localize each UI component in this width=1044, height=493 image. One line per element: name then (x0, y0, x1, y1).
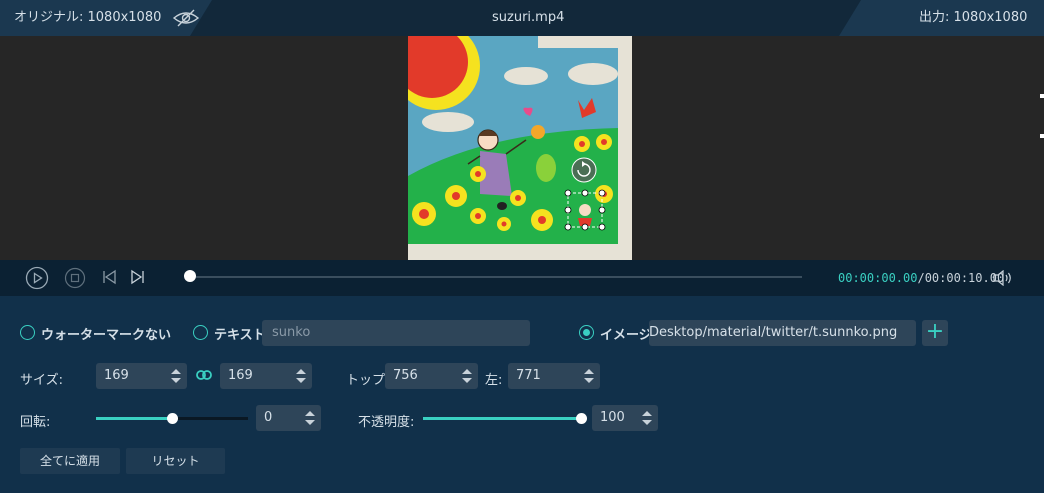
text-watermark-label[interactable]: テキスト (214, 324, 266, 343)
width-value: 169 (104, 368, 129, 383)
output-size-label: 出力: 1080x1080 (919, 10, 1028, 25)
left-spinner[interactable]: 771 (508, 363, 600, 389)
rotate-handle-icon[interactable] (571, 157, 597, 183)
play-icon[interactable] (25, 266, 49, 290)
preview-image (408, 36, 632, 260)
original-size-label: オリジナル: 1080x1080 (14, 10, 162, 25)
top-value: 756 (393, 368, 418, 383)
add-image-button[interactable]: + (922, 320, 948, 346)
text-watermark-radio[interactable] (193, 325, 208, 340)
watermark-editor-window: オリジナル: 1080x1080 suzuri.mp4 出力: 1080x108… (0, 0, 1044, 493)
left-decrement-icon[interactable] (584, 378, 594, 383)
opacity-value: 100 (600, 410, 625, 425)
width-decrement-icon[interactable] (171, 378, 181, 383)
height-decrement-icon[interactable] (296, 378, 306, 383)
preview-edge-marks (1040, 94, 1044, 138)
rotation-label: 回転: (20, 415, 51, 430)
apply-all-button[interactable]: 全てに適用 (20, 448, 120, 474)
rotation-value: 0 (264, 410, 273, 425)
timeline-scrubber[interactable] (184, 270, 196, 282)
reset-button[interactable]: リセット (126, 448, 225, 474)
no-watermark-label[interactable]: ウォーターマークない (41, 324, 171, 343)
rotation-slider[interactable] (96, 413, 248, 424)
watermark-text-input[interactable]: sunko (262, 320, 530, 346)
eye-off-icon[interactable] (172, 9, 200, 27)
video-preview-area (0, 36, 1044, 260)
rotation-spinner[interactable]: 0 (256, 405, 321, 431)
left-label: 左: (485, 373, 503, 388)
volume-icon[interactable] (993, 270, 1013, 286)
opacity-increment-icon[interactable] (642, 411, 652, 416)
height-increment-icon[interactable] (296, 369, 306, 374)
skip-back-icon[interactable] (101, 269, 117, 285)
opacity-slider-knob[interactable] (576, 413, 587, 424)
no-watermark-radio[interactable] (20, 325, 35, 340)
height-spinner[interactable]: 169 (220, 363, 312, 389)
link-aspect-icon[interactable] (196, 369, 212, 381)
top-spinner[interactable]: 756 (385, 363, 478, 389)
opacity-spinner[interactable]: 100 (592, 405, 658, 431)
skip-forward-icon[interactable] (130, 269, 146, 285)
timeline-track[interactable] (190, 276, 802, 278)
width-increment-icon[interactable] (171, 369, 181, 374)
stop-icon[interactable] (64, 267, 86, 289)
file-name-title: suzuri.mp4 (492, 10, 565, 25)
size-label: サイズ: (20, 373, 63, 388)
rotation-slider-knob[interactable] (167, 413, 178, 424)
current-time: 00:00:00.00 (838, 271, 918, 285)
width-spinner[interactable]: 169 (96, 363, 187, 389)
rotation-decrement-icon[interactable] (305, 420, 315, 425)
playback-controls: 00:00:00.00/00:00:10.00 (0, 260, 1044, 296)
rotation-slider-fill (96, 417, 172, 420)
watermark-settings-panel: ウォーターマークない テキスト sunko イメージ Desktop/mater… (0, 296, 1044, 493)
timecode-display: 00:00:00.00/00:00:10.00 (838, 271, 1004, 285)
opacity-decrement-icon[interactable] (642, 420, 652, 425)
opacity-label: 不透明度: (358, 415, 415, 430)
left-value: 771 (516, 368, 541, 383)
top-decrement-icon[interactable] (462, 378, 472, 383)
top-increment-icon[interactable] (462, 369, 472, 374)
image-watermark-radio[interactable] (579, 325, 594, 340)
left-increment-icon[interactable] (584, 369, 594, 374)
header-bar: オリジナル: 1080x1080 suzuri.mp4 出力: 1080x108… (0, 0, 1044, 36)
total-time: /00:00:10.00 (917, 271, 1005, 285)
watermark-image-path-field[interactable]: Desktop/material/twitter/t.sunnko.png (649, 320, 916, 346)
rotation-increment-icon[interactable] (305, 411, 315, 416)
opacity-slider[interactable] (423, 413, 587, 424)
top-label: トップ: (346, 373, 390, 388)
image-path-text: Desktop/material/twitter/t.sunnko.png (649, 325, 898, 340)
opacity-slider-fill (423, 417, 581, 420)
height-value: 169 (228, 368, 253, 383)
image-watermark-label[interactable]: イメージ (600, 324, 652, 343)
